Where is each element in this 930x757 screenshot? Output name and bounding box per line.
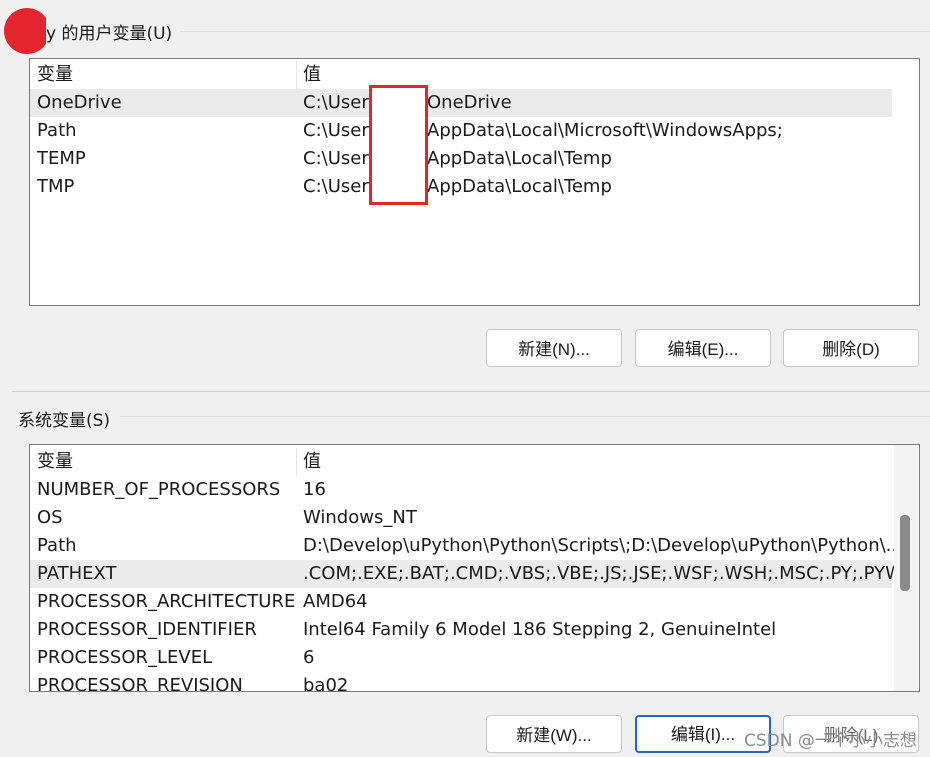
var-value: AMD64	[303, 591, 368, 612]
var-value-suffix: OneDrive	[427, 92, 512, 113]
header-value[interactable]: 值	[303, 61, 321, 89]
scrollbar-thumb[interactable]	[900, 515, 910, 591]
table-row[interactable]: NUMBER_OF_PROCESSORS 16	[30, 476, 892, 504]
table-row[interactable]: PROCESSOR_LEVEL 6	[30, 644, 892, 672]
var-name: PATHEXT	[37, 563, 117, 584]
system-vars-list[interactable]: 变量 值 NUMBER_OF_PROCESSORS 16 OS Windows_…	[29, 444, 920, 692]
system-vars-title: 系统变量(S)	[18, 406, 117, 431]
var-name: PROCESSOR_IDENTIFIER	[37, 619, 257, 640]
var-value: .COM;.EXE;.BAT;.CMD;.VBS;.VBE;.JS;.JSE;.…	[303, 563, 903, 584]
var-name: TMP	[37, 176, 75, 197]
table-row[interactable]: PROCESSOR_ARCHITECTURE AMD64	[30, 588, 892, 616]
var-value-suffix: AppData\Local\Temp	[427, 176, 612, 197]
var-name: PROCESSOR_REVISION	[37, 675, 243, 692]
var-value-prefix: C:\Users	[303, 148, 379, 169]
header-name[interactable]: 变量	[37, 448, 73, 476]
table-row[interactable]: PROCESSOR_REVISION ba02	[30, 672, 892, 692]
var-value: ba02	[303, 675, 349, 692]
header-value[interactable]: 值	[303, 448, 321, 476]
var-name: PROCESSOR_LEVEL	[37, 647, 213, 668]
var-value-prefix: C:\Users	[303, 120, 379, 141]
watermark-text: CSDN @一个小小志想	[744, 731, 917, 751]
table-row[interactable]: PROCESSOR_IDENTIFIER Intel64 Family 6 Mo…	[30, 616, 892, 644]
var-name: TEMP	[37, 148, 86, 169]
var-value-suffix: AppData\Local\Microsoft\WindowsApps;	[427, 120, 783, 141]
var-name: Path	[37, 535, 77, 556]
list-header: 变量 值	[30, 61, 892, 89]
table-row[interactable]: TEMP C:\Users AppData\Local\Temp	[30, 145, 892, 173]
group-border-system	[120, 416, 930, 417]
header-name[interactable]: 变量	[37, 61, 73, 89]
table-row[interactable]: PATHEXT .COM;.EXE;.BAT;.CMD;.VBS;.VBE;.J…	[30, 560, 903, 588]
var-name: Path	[37, 120, 77, 141]
var-value: Intel64 Family 6 Model 186 Stepping 2, G…	[303, 619, 777, 640]
var-name: NUMBER_OF_PROCESSORS	[37, 479, 281, 500]
column-divider[interactable]	[296, 448, 297, 476]
var-name: OneDrive	[37, 92, 122, 113]
group-border-user	[180, 31, 930, 32]
section-separator	[12, 391, 930, 392]
var-value: 6	[303, 647, 315, 668]
var-value: 16	[303, 479, 326, 500]
user-delete-button[interactable]: 删除(D)	[783, 329, 919, 367]
table-row[interactable]: OneDrive C:\Users OneDrive	[30, 89, 892, 117]
user-edit-button[interactable]: 编辑(E)...	[635, 329, 771, 367]
var-value-suffix: AppData\Local\Temp	[427, 148, 612, 169]
user-vars-title: y 的用户变量(U)	[46, 19, 179, 44]
redaction-blob	[4, 8, 50, 54]
redaction-box	[369, 85, 428, 205]
table-row[interactable]: TMP C:\Users AppData\Local\Temp	[30, 173, 892, 201]
user-vars-list[interactable]: 变量 值 OneDrive C:\Users OneDrive Path C:\…	[29, 58, 920, 306]
var-value: Windows_NT	[303, 507, 417, 528]
var-name: PROCESSOR_ARCHITECTURE	[37, 591, 296, 612]
table-row[interactable]: Path D:\Develop\uPython\Python\Scripts\;…	[30, 532, 903, 560]
var-value: D:\Develop\uPython\Python\Scripts\;D:\De…	[303, 535, 903, 556]
var-name: OS	[37, 507, 63, 528]
var-value-prefix: C:\Users	[303, 176, 379, 197]
user-new-button[interactable]: 新建(N)...	[486, 329, 622, 367]
list-header: 变量 值	[30, 448, 892, 476]
var-value-prefix: C:\Users	[303, 92, 379, 113]
column-divider[interactable]	[296, 61, 297, 89]
system-new-button[interactable]: 新建(W)...	[486, 715, 622, 753]
table-row[interactable]: Path C:\Users AppData\Local\Microsoft\Wi…	[30, 117, 892, 145]
table-row[interactable]: OS Windows_NT	[30, 504, 892, 532]
